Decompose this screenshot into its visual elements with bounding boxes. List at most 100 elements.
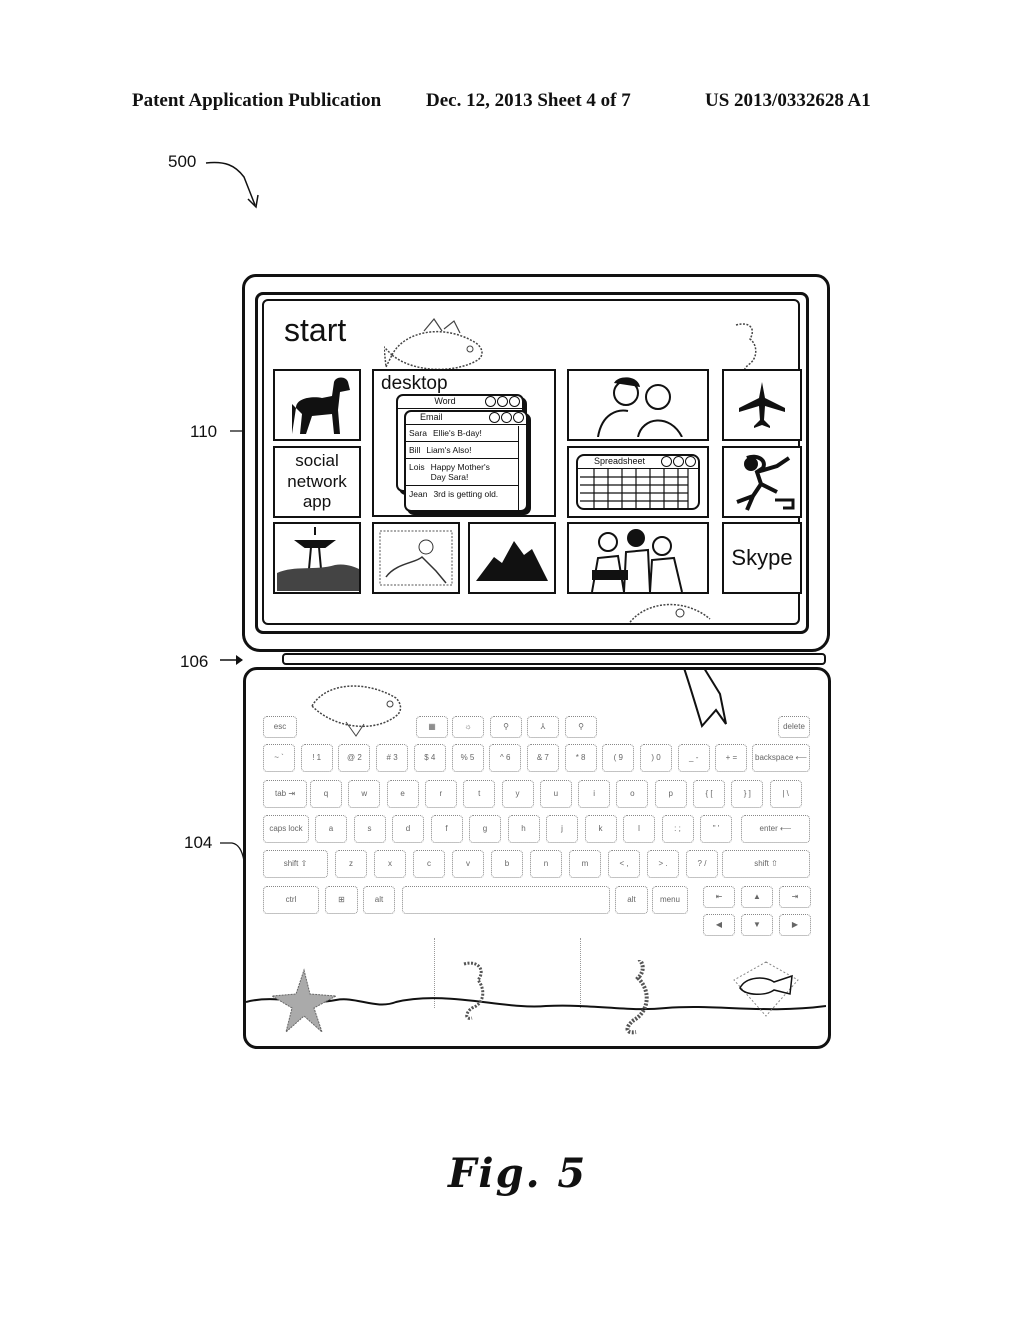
key-letter[interactable]: ? / — [686, 850, 718, 878]
key-shift-left[interactable]: shift ⇧ — [263, 850, 328, 878]
key-letter[interactable]: { [ — [693, 780, 725, 808]
key-letter[interactable]: r — [424, 780, 457, 808]
key-number[interactable]: # 3 — [376, 744, 409, 772]
spreadsheet-window-controls[interactable] — [661, 456, 696, 467]
key-letter[interactable]: m — [569, 850, 601, 878]
tile-family-photo[interactable] — [567, 522, 709, 594]
tile-photo-couple[interactable] — [567, 369, 709, 441]
key-arrow[interactable]: ▲ — [741, 886, 773, 908]
close-icon[interactable] — [513, 412, 524, 423]
key-arrow[interactable]: ⇥ — [779, 886, 811, 908]
key-letter[interactable]: d — [392, 815, 424, 843]
key-letter[interactable]: | \ — [769, 780, 802, 808]
key-letter[interactable]: v — [452, 850, 484, 878]
email-window-controls[interactable] — [489, 412, 524, 423]
key-letter[interactable]: w — [348, 780, 381, 808]
key-backspace[interactable]: backspace ⟵ — [752, 744, 810, 772]
key-letter[interactable]: s — [353, 815, 386, 843]
key-number[interactable]: @ 2 — [338, 744, 371, 772]
key-letter[interactable]: b — [491, 850, 523, 878]
word-window-controls[interactable] — [485, 396, 520, 407]
key-number[interactable]: _ - — [677, 744, 710, 772]
key-letter[interactable]: > . — [647, 850, 679, 878]
key-letter[interactable]: : ; — [661, 815, 694, 843]
key-number[interactable]: * 8 — [564, 744, 597, 772]
key-function[interactable]: ⅄ — [527, 716, 559, 738]
key-letter[interactable]: l — [623, 815, 655, 843]
email-row[interactable]: Jean 3rd is getting old. — [406, 486, 518, 502]
email-scrollbar[interactable] — [518, 426, 525, 510]
key-arrow[interactable]: ▼ — [741, 914, 773, 936]
email-row[interactable]: Lois Happy Mother's Day Sara! — [406, 459, 518, 486]
key-function[interactable]: ▦ — [416, 716, 448, 738]
key-arrow[interactable]: ▶ — [779, 914, 811, 936]
key-letter[interactable]: c — [413, 850, 445, 878]
key-letter[interactable]: z — [335, 850, 367, 878]
key-arrow[interactable]: ⇤ — [703, 886, 735, 908]
tile-mountains[interactable] — [468, 522, 556, 594]
restore-icon[interactable] — [673, 456, 684, 467]
restore-icon[interactable] — [501, 412, 512, 423]
email-row[interactable]: Bill Liam's Also! — [406, 442, 518, 459]
key-function[interactable]: ☼ — [452, 716, 484, 738]
key-letter[interactable]: a — [315, 815, 347, 843]
tile-social-network-app[interactable]: social network app — [273, 446, 361, 518]
key-letter[interactable]: g — [469, 815, 501, 843]
minimize-icon[interactable] — [485, 396, 496, 407]
key-enter[interactable]: enter ⟵ — [741, 815, 810, 843]
key-function[interactable]: ⚲ — [490, 716, 522, 738]
spreadsheet-window[interactable]: Spreadsheet — [576, 454, 700, 510]
key-number[interactable]: % 5 — [451, 744, 484, 772]
key-number[interactable]: ^ 6 — [489, 744, 522, 772]
key-shift-right[interactable]: shift ⇧ — [722, 850, 810, 878]
key-letter[interactable]: p — [654, 780, 687, 808]
key-alt[interactable]: alt — [615, 886, 648, 914]
key-letter[interactable]: t — [463, 780, 496, 808]
close-icon[interactable] — [509, 396, 520, 407]
key-letter[interactable]: u — [539, 780, 572, 808]
key-number[interactable]: $ 4 — [413, 744, 446, 772]
tile-space-needle[interactable] — [273, 522, 361, 594]
key-letter[interactable]: h — [507, 815, 540, 843]
key-function[interactable]: ⚲ — [565, 716, 597, 738]
key-letter[interactable]: q — [310, 780, 342, 808]
tile-skype[interactable]: Skype — [722, 522, 802, 594]
key-number[interactable]: ! 1 — [300, 744, 333, 772]
key-space[interactable] — [402, 886, 610, 914]
key-delete[interactable]: delete — [778, 716, 810, 738]
key-menu[interactable]: menu — [652, 886, 688, 914]
email-window[interactable]: Email Sara Ellie's B-day! Bill Liam's Also… — [404, 410, 528, 512]
key-number[interactable]: ~ ` — [263, 744, 295, 772]
tile-monkey-game[interactable] — [722, 446, 802, 518]
key-ctrl[interactable]: ctrl — [263, 886, 319, 914]
key-letter[interactable]: i — [578, 780, 611, 808]
tile-dog[interactable] — [273, 369, 361, 441]
key-windows[interactable]: ⊞ — [325, 886, 358, 914]
key-alt[interactable]: alt — [363, 886, 395, 914]
key-letter[interactable]: " ' — [700, 815, 732, 843]
key-letter[interactable]: j — [546, 815, 578, 843]
key-letter[interactable]: y — [501, 780, 534, 808]
key-number[interactable]: ) 0 — [640, 744, 672, 772]
key-number[interactable]: ( 9 — [602, 744, 635, 772]
key-esc[interactable]: esc — [263, 716, 297, 738]
tile-spreadsheet[interactable]: Spreadsheet — [567, 446, 709, 518]
tile-travel[interactable] — [722, 369, 802, 441]
key-tab[interactable]: tab ⇥ — [263, 780, 307, 808]
restore-icon[interactable] — [497, 396, 508, 407]
minimize-icon[interactable] — [489, 412, 500, 423]
key-letter[interactable]: e — [386, 780, 419, 808]
key-letter[interactable]: x — [374, 850, 406, 878]
key-letter[interactable]: k — [584, 815, 617, 843]
key-arrow[interactable]: ◀ — [703, 914, 735, 936]
key-number[interactable]: + = — [715, 744, 748, 772]
email-row[interactable]: Sara Ellie's B-day! — [406, 425, 518, 442]
minimize-icon[interactable] — [661, 456, 672, 467]
key-number[interactable]: & 7 — [526, 744, 559, 772]
key-caps-lock[interactable]: caps lock — [263, 815, 309, 843]
tile-beach-photo[interactable] — [372, 522, 460, 594]
key-letter[interactable]: } ] — [731, 780, 764, 808]
key-letter[interactable]: f — [430, 815, 463, 843]
key-letter[interactable]: < , — [608, 850, 640, 878]
key-letter[interactable]: o — [616, 780, 649, 808]
